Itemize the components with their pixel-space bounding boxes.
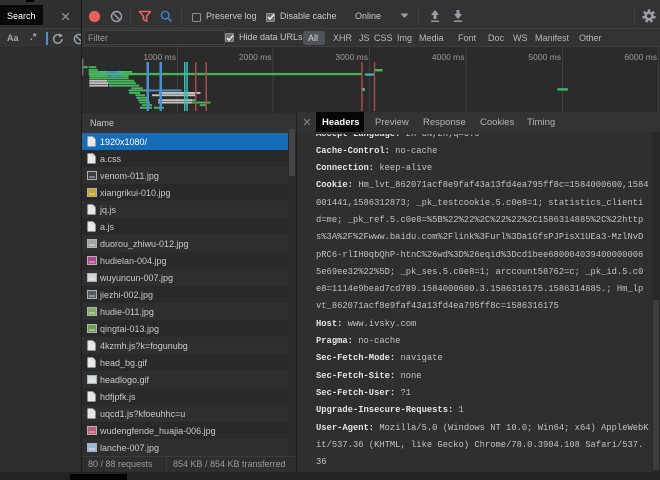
svg-text:4000 ms: 4000 ms <box>432 52 465 62</box>
svg-text:6000 ms: 6000 ms <box>624 52 657 62</box>
svg-text:3000 ms: 3000 ms <box>335 52 368 62</box>
svg-text:5000 ms: 5000 ms <box>528 52 561 62</box>
svg-text:2000 ms: 2000 ms <box>239 52 272 62</box>
svg-text:1000 ms: 1000 ms <box>143 52 176 62</box>
